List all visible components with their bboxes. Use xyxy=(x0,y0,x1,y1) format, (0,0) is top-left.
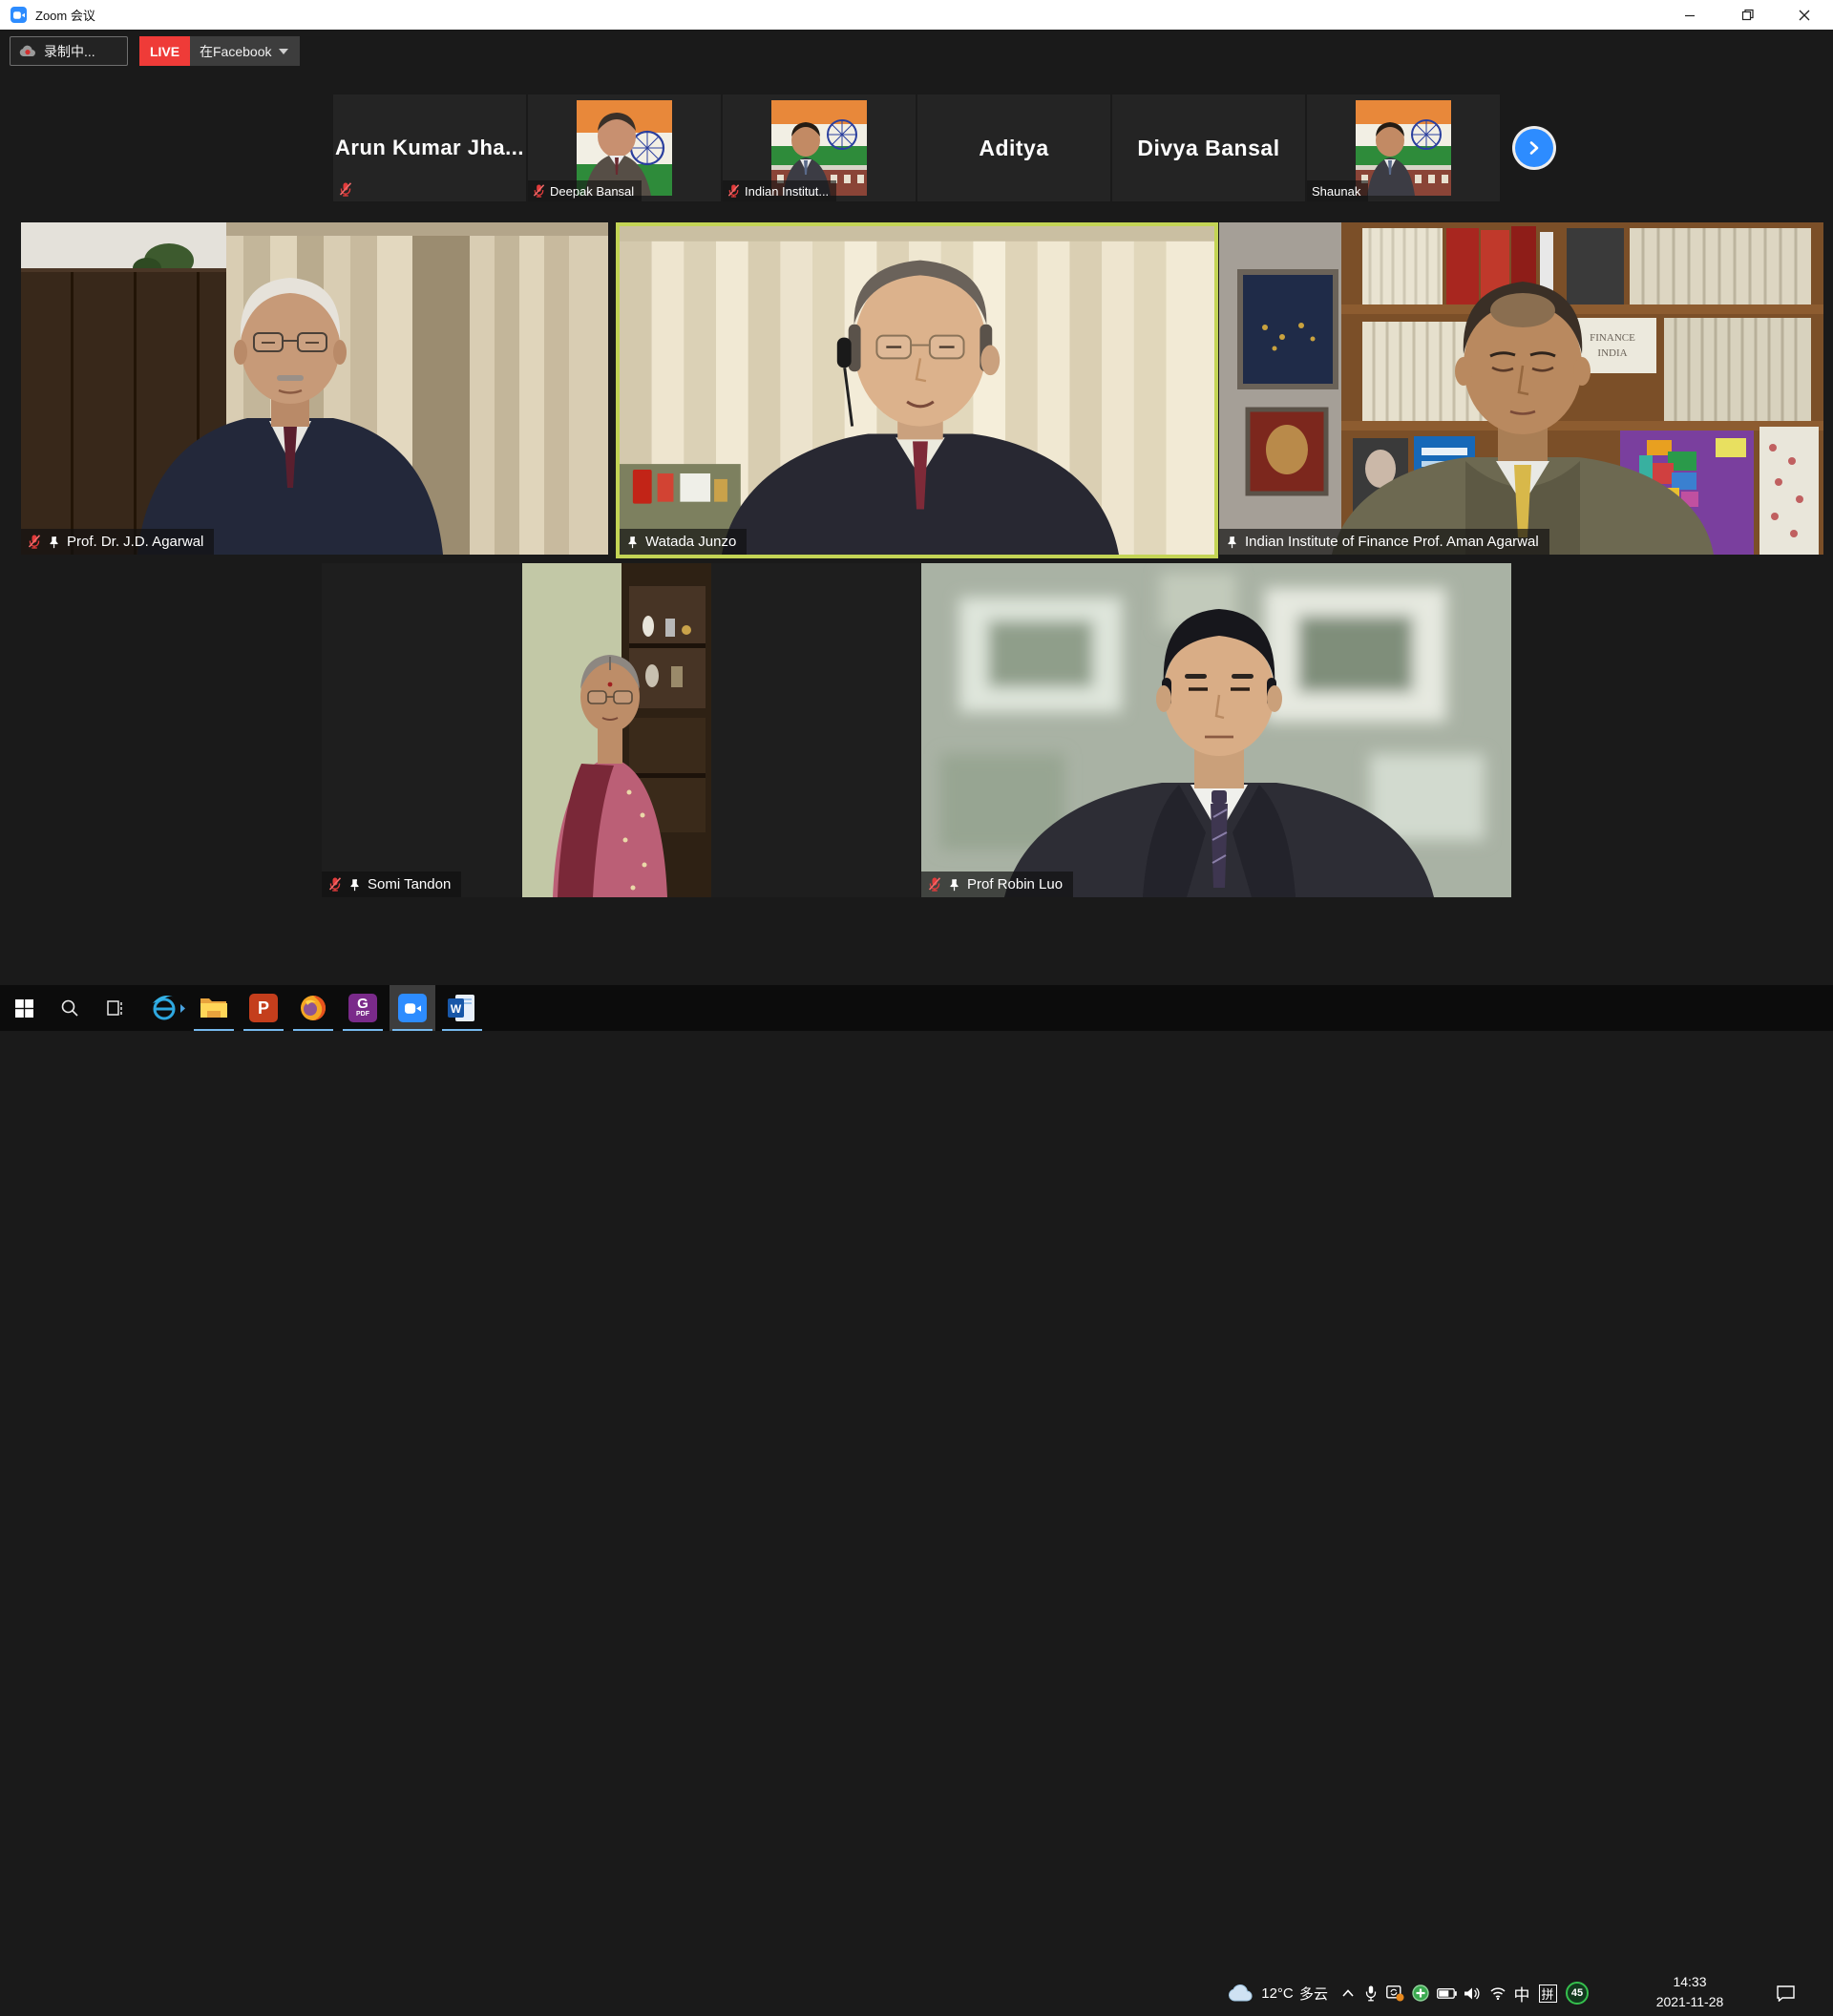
display-sync-tray-icon[interactable] xyxy=(1382,1970,1407,2016)
thumb-divya-bansal[interactable]: Divya Bansal xyxy=(1112,94,1305,201)
participant-name: Prof. Dr. J.D. Agarwal xyxy=(67,534,203,550)
muted-mic-icon xyxy=(328,877,342,892)
participant-name: Arun Kumar Jha... xyxy=(333,94,526,201)
volume-tray-icon[interactable] xyxy=(1460,1970,1485,2016)
internet-explorer-icon xyxy=(150,994,179,1022)
clock-time: 14:33 xyxy=(1642,1972,1738,1992)
action-center-button[interactable] xyxy=(1768,1970,1802,2016)
video-scene xyxy=(921,563,1511,897)
restore-button[interactable] xyxy=(1718,0,1776,30)
video-tile-watada-junzo[interactable]: Watada Junzo xyxy=(616,222,1218,558)
tray-expand-button[interactable] xyxy=(1337,1970,1359,2016)
thumb-arun-kumar-jha[interactable]: Arun Kumar Jha... xyxy=(333,94,526,201)
antivirus-tray-icon[interactable] xyxy=(1408,1970,1433,2016)
muted-mic-icon xyxy=(928,877,941,892)
system-tray: 12°C 多云 xyxy=(1222,1970,1833,2016)
task-view-icon xyxy=(106,999,125,1017)
live-destination-label: 在Facebook xyxy=(200,42,271,61)
security-score-badge[interactable]: 45 xyxy=(1562,1970,1592,2016)
video-scene xyxy=(21,222,608,555)
video-scene xyxy=(522,563,711,897)
search-button[interactable] xyxy=(47,985,93,1031)
live-stream-control[interactable]: LIVE 在Facebook xyxy=(139,36,300,66)
video-tile-jd-agarwal[interactable]: Prof. Dr. J.D. Agarwal xyxy=(21,222,608,555)
chevron-down-icon xyxy=(279,49,288,54)
cloud-recording-button[interactable]: 录制中... xyxy=(10,36,128,66)
profile-photo xyxy=(1356,100,1451,196)
svg-text:FINANCE: FINANCE xyxy=(1590,332,1635,344)
thumb-shaunak[interactable]: Shaunak xyxy=(1307,94,1500,201)
live-badge: LIVE xyxy=(139,36,190,66)
network-tray-icon[interactable] xyxy=(1485,1970,1510,2016)
pin-icon xyxy=(348,878,361,892)
word-button[interactable]: W xyxy=(439,985,485,1031)
cloud-record-icon xyxy=(19,45,36,57)
pdf-reader-button[interactable]: G PDF xyxy=(340,985,386,1031)
chevron-right-small-icon xyxy=(179,1004,186,1013)
svg-text:W: W xyxy=(451,1002,462,1016)
start-button[interactable] xyxy=(1,985,47,1031)
powerpoint-icon: P xyxy=(249,994,278,1022)
muted-mic-icon xyxy=(28,535,41,549)
taskbar-clock[interactable]: 14:33 2021-11-28 xyxy=(1642,1972,1738,2014)
video-tile-somi-tandon[interactable]: Somi Tandon xyxy=(322,563,920,897)
video-tile-aman-agarwal[interactable]: FINANCE INDIA xyxy=(1219,222,1823,555)
minimize-button[interactable] xyxy=(1661,0,1718,30)
thumb-aditya[interactable]: Aditya xyxy=(917,94,1110,201)
window-title: Zoom 会议 xyxy=(35,6,95,24)
firefox-icon xyxy=(299,994,327,1022)
close-button[interactable] xyxy=(1776,0,1833,30)
participant-name: Deepak Bansal xyxy=(550,184,634,199)
svg-text:INDIA: INDIA xyxy=(1597,347,1627,359)
muted-mic-icon xyxy=(339,182,352,197)
windows-taskbar: P G PDF W 12°C 多云 xyxy=(0,985,1833,1031)
pdf-reader-icon: G PDF xyxy=(348,994,377,1022)
weather-condition[interactable]: 多云 xyxy=(1296,1970,1331,2016)
clock-date: 2021-11-28 xyxy=(1642,1992,1738,2012)
participant-name: Divya Bansal xyxy=(1112,94,1305,201)
pin-icon xyxy=(948,878,960,892)
thumb-indian-institute[interactable]: Indian Institut... xyxy=(723,94,916,201)
file-explorer-button[interactable] xyxy=(191,985,237,1031)
participant-filmstrip: Arun Kumar Jha... D xyxy=(333,94,1499,201)
firefox-button[interactable] xyxy=(290,985,336,1031)
internet-explorer-button[interactable] xyxy=(141,985,187,1031)
word-icon: W xyxy=(448,995,476,1021)
search-icon xyxy=(60,998,79,1018)
participant-name: Prof Robin Luo xyxy=(967,876,1063,892)
meeting-surface: 录制中... LIVE 在Facebook Arun Kumar Jha... xyxy=(0,30,1833,985)
video-scene xyxy=(620,226,1214,555)
participant-name: Aditya xyxy=(917,94,1110,201)
participant-name: Somi Tandon xyxy=(368,876,451,892)
participant-name: Indian Institute of Finance Prof. Aman A… xyxy=(1245,534,1539,550)
filmstrip-next-page-button[interactable] xyxy=(1515,129,1553,167)
window-titlebar: Zoom 会议 xyxy=(0,0,1833,30)
recording-label: 录制中... xyxy=(44,42,95,61)
muted-mic-icon xyxy=(533,184,545,198)
muted-mic-icon xyxy=(727,184,740,198)
zoom-app-icon xyxy=(11,7,27,23)
ime-language-indicator[interactable]: 中 xyxy=(1510,1970,1533,2016)
chevron-right-icon xyxy=(1527,140,1542,156)
participant-name: Shaunak xyxy=(1312,184,1360,199)
participant-name: Indian Institut... xyxy=(745,184,829,199)
thumb-deepak-bansal[interactable]: Deepak Bansal xyxy=(528,94,721,201)
zoom-taskbar-button[interactable] xyxy=(390,985,435,1031)
ime-pinyin-indicator[interactable]: 拼 xyxy=(1535,1970,1560,2016)
powerpoint-button[interactable]: P xyxy=(241,985,286,1031)
task-view-button[interactable] xyxy=(93,985,138,1031)
participant-name: Watada Junzo xyxy=(645,534,736,550)
pin-icon xyxy=(626,536,639,549)
windows-logo-icon xyxy=(15,999,33,1018)
microphone-tray-icon[interactable] xyxy=(1359,1970,1382,2016)
weather-cloud-icon[interactable] xyxy=(1224,1970,1256,2016)
battery-tray-icon[interactable] xyxy=(1433,1970,1460,2016)
video-scene: FINANCE INDIA xyxy=(1219,222,1823,555)
video-tile-robin-luo[interactable]: Prof Robin Luo xyxy=(921,563,1511,897)
pin-icon xyxy=(48,536,60,549)
pin-icon xyxy=(1226,536,1238,549)
weather-temperature[interactable]: 12°C xyxy=(1258,1970,1296,2016)
zoom-icon xyxy=(398,994,427,1022)
folder-icon xyxy=(200,996,228,1020)
